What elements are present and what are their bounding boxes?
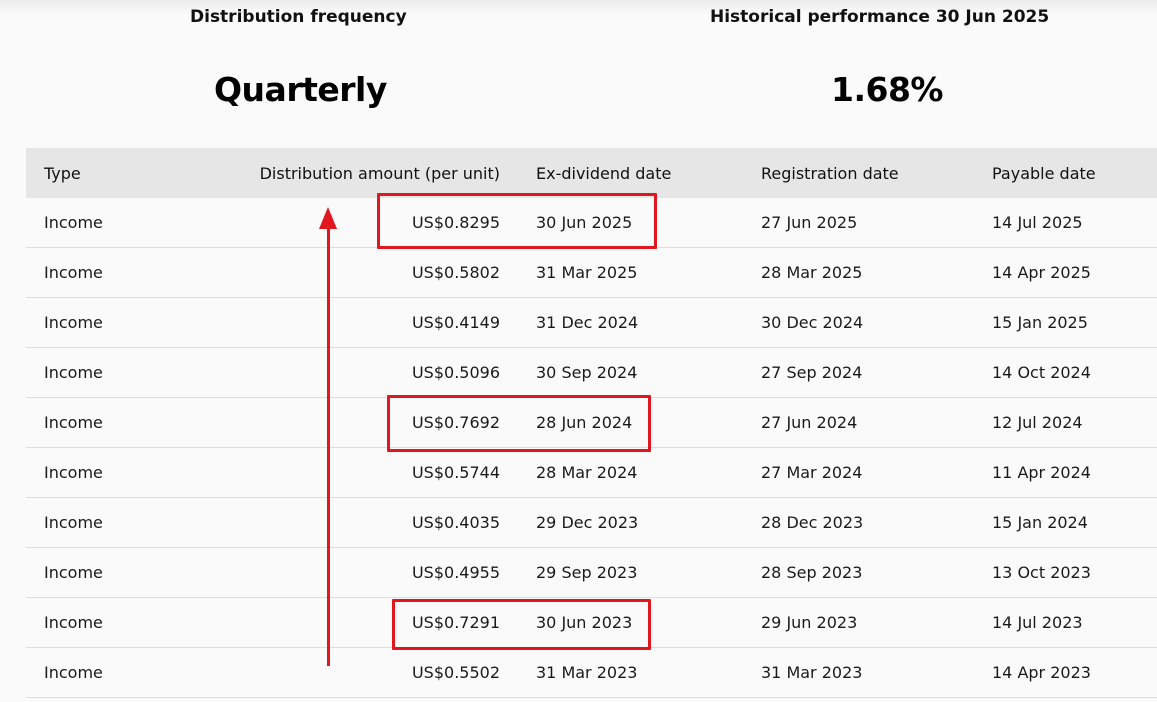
highlight-box-jun-2025: [377, 193, 657, 249]
historical-performance-value: 1.68%: [831, 70, 944, 109]
cell-registration: 27 Jun 2025: [761, 213, 858, 232]
cell-amount: US$0.5096: [411, 363, 500, 382]
table-row: Income US$0.4035 29 Dec 2023 28 Dec 2023 15 …: [26, 498, 1157, 548]
header-payable[interactable]: Payable date: [992, 148, 1096, 198]
arrow-shaft: [327, 225, 330, 666]
cell-registration: 30 Dec 2024: [761, 313, 864, 332]
cell-amount: US$0.5502: [411, 663, 500, 682]
header-type[interactable]: Type: [44, 148, 81, 198]
cell-registration: 29 Jun 2023: [761, 613, 858, 632]
cell-type: Income: [44, 513, 103, 532]
cell-payable: 11 Apr 2024: [992, 463, 1091, 482]
cell-registration: 28 Dec 2023: [761, 513, 864, 532]
header-registration[interactable]: Registration date: [761, 148, 899, 198]
table-row: Income US$0.4149 31 Dec 2024 30 Dec 2024 15 …: [26, 298, 1157, 348]
cell-payable: 14 Oct 2024: [992, 363, 1091, 382]
cell-ex-dividend: 28 Mar 2024: [536, 463, 638, 482]
cell-payable: 14 Jul 2025: [992, 213, 1083, 232]
cell-type: Income: [44, 413, 103, 432]
cell-type: Income: [44, 663, 103, 682]
cell-payable: 14 Apr 2023: [992, 663, 1091, 682]
cell-registration: 28 Mar 2025: [761, 263, 863, 282]
cell-registration: 31 Mar 2023: [761, 663, 863, 682]
highlight-box-jun-2024: [387, 395, 651, 452]
cell-amount: US$0.5744: [411, 463, 500, 482]
cell-payable: 12 Jul 2024: [992, 413, 1083, 432]
table-row: Income US$0.5096 30 Sep 2024 27 Sep 2024 14 …: [26, 348, 1157, 398]
cell-type: Income: [44, 313, 103, 332]
cell-ex-dividend: 31 Dec 2024: [536, 313, 639, 332]
cell-ex-dividend: 31 Mar 2023: [536, 663, 638, 682]
cell-registration: 27 Jun 2024: [761, 413, 858, 432]
cell-registration: 27 Sep 2024: [761, 363, 863, 382]
table-header: Type Distribution amount (per unit) Ex-d…: [26, 148, 1157, 198]
table-row: Income US$0.4955 29 Sep 2023 28 Sep 2023 13 …: [26, 548, 1157, 598]
header-amount[interactable]: Distribution amount (per unit): [260, 148, 500, 198]
historical-performance-label: Historical performance 30 Jun 2025: [710, 7, 1050, 27]
cell-amount: US$0.4955: [411, 563, 500, 582]
distribution-frequency-value: Quarterly: [214, 70, 387, 109]
cell-ex-dividend: 29 Sep 2023: [536, 563, 638, 582]
cell-ex-dividend: 30 Sep 2024: [536, 363, 638, 382]
cell-payable: 15 Jan 2024: [992, 513, 1088, 532]
table-row: Income US$0.5502 31 Mar 2023 31 Mar 2023 14 …: [26, 648, 1157, 698]
table-row: Income US$0.5802 31 Mar 2025 28 Mar 2025 14 …: [26, 248, 1157, 298]
cell-payable: 15 Jan 2025: [992, 313, 1088, 332]
arrow-up-icon: [319, 207, 337, 229]
table-row: Income US$0.5744 28 Mar 2024 27 Mar 2024 11 …: [26, 448, 1157, 498]
distribution-page: Distribution frequency Historical perfor…: [0, 0, 1157, 702]
cell-ex-dividend: 31 Mar 2025: [536, 263, 638, 282]
cell-payable: 14 Apr 2025: [992, 263, 1091, 282]
cell-type: Income: [44, 563, 103, 582]
cell-type: Income: [44, 213, 103, 232]
highlight-box-jun-2023: [392, 599, 651, 650]
cell-type: Income: [44, 463, 103, 482]
cell-amount: US$0.4149: [411, 313, 500, 332]
cell-type: Income: [44, 263, 103, 282]
cell-type: Income: [44, 613, 103, 632]
distribution-frequency-label: Distribution frequency: [190, 7, 407, 27]
cell-ex-dividend: 29 Dec 2023: [536, 513, 639, 532]
cell-type: Income: [44, 363, 103, 382]
cell-amount: US$0.5802: [411, 263, 500, 282]
cell-registration: 28 Sep 2023: [761, 563, 863, 582]
cell-registration: 27 Mar 2024: [761, 463, 863, 482]
cell-payable: 13 Oct 2023: [992, 563, 1091, 582]
cell-payable: 14 Jul 2023: [992, 613, 1083, 632]
header-ex-dividend[interactable]: Ex-dividend date: [536, 148, 671, 198]
cell-amount: US$0.4035: [411, 513, 500, 532]
